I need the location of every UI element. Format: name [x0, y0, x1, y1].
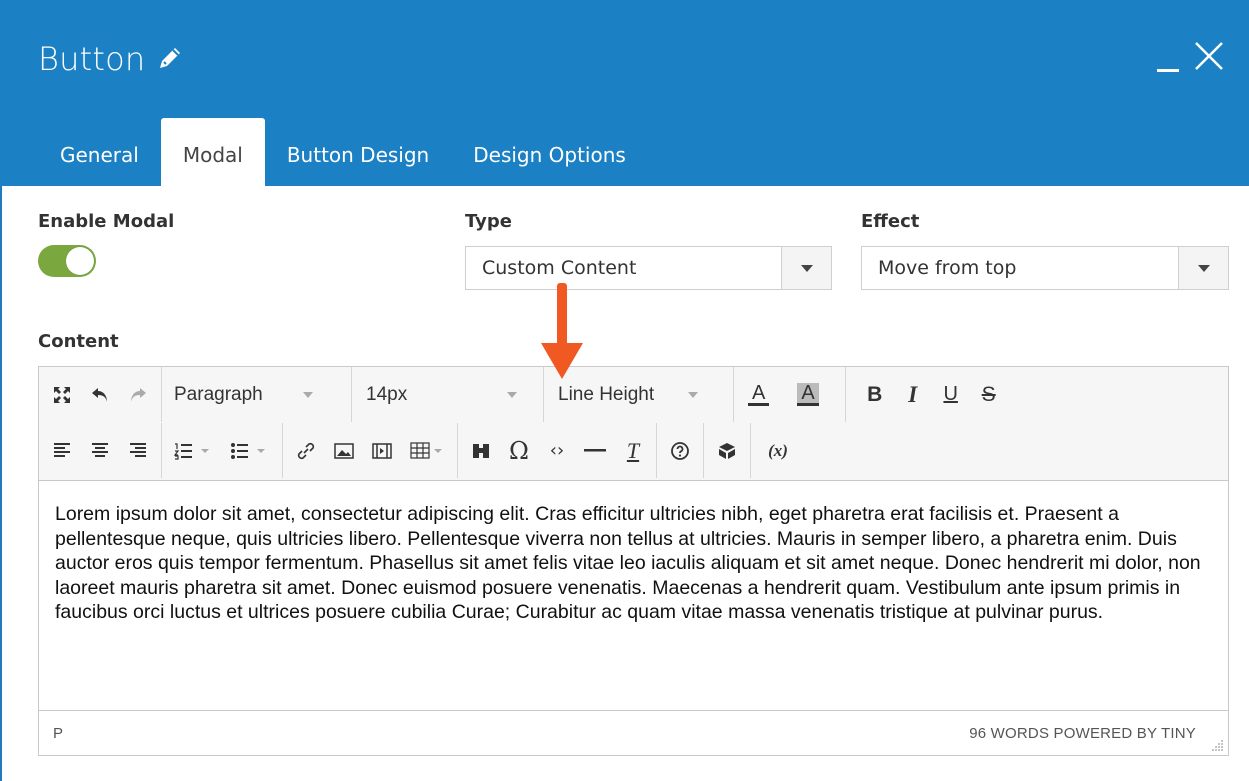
toolbar-group-variables: (x) [751, 423, 805, 478]
chevron-down-icon [1197, 264, 1210, 272]
format-dropdown-value: Paragraph [174, 383, 263, 405]
type-select-value: Custom Content [482, 257, 637, 279]
font-size-dropdown[interactable]: 14px [352, 367, 544, 422]
background-color-icon: A [797, 383, 819, 406]
toolbar-group-insert [283, 423, 458, 478]
text-color-button[interactable]: A [740, 367, 789, 422]
effect-label: Effect [861, 211, 920, 232]
rich-text-editor: Paragraph 14px Line Height A A B I U S Ω… [38, 366, 1229, 756]
toolbar-row-1: Paragraph 14px Line Height A A B I U S [39, 367, 1228, 422]
bullet-list-icon[interactable] [222, 433, 278, 469]
dialog-header: Button General Modal Button Design Desig… [0, 0, 1249, 186]
line-height-dropdown-value: Line Height [558, 383, 655, 405]
background-color-button[interactable]: A [789, 367, 838, 422]
table-icon[interactable] [401, 433, 453, 469]
toolbar-group-align [39, 423, 162, 478]
plugin-box-icon[interactable] [708, 433, 746, 469]
redo-icon[interactable] [119, 377, 157, 413]
numbered-list-icon[interactable] [166, 433, 222, 469]
tab-modal[interactable]: Modal [160, 118, 265, 186]
type-select-toggle[interactable] [781, 247, 831, 289]
horizontal-rule-icon[interactable] [576, 433, 614, 469]
minimize-icon[interactable] [1157, 42, 1179, 72]
underline-button[interactable]: U [932, 377, 970, 413]
resize-handle-icon[interactable] [1212, 739, 1224, 751]
line-height-dropdown[interactable]: Line Height [544, 367, 734, 422]
format-dropdown[interactable]: Paragraph [162, 367, 352, 422]
toolbar-row-2: Ω ‹› T (x) [39, 423, 1228, 478]
element-path[interactable]: P [53, 725, 63, 742]
effect-select[interactable]: Move from top [861, 246, 1229, 290]
close-icon[interactable] [1193, 40, 1225, 72]
toolbar-group-color: A A [734, 367, 846, 422]
window-controls [1157, 40, 1225, 72]
tab-design-options[interactable]: Design Options [451, 118, 648, 186]
tab-bar: General Modal Button Design Design Optio… [38, 118, 648, 186]
toolbar-group-style: B I U S [846, 367, 1012, 422]
toolbar-group-lists [162, 423, 283, 478]
italic-button[interactable]: I [894, 377, 932, 413]
link-icon[interactable] [287, 433, 325, 469]
image-icon[interactable] [325, 433, 363, 469]
binoculars-icon[interactable] [462, 433, 500, 469]
strikethrough-button[interactable]: S [970, 377, 1008, 413]
editor-statusbar: P 96 WORDS POWERED BY TINY [39, 710, 1228, 755]
undo-icon[interactable] [81, 377, 119, 413]
fullscreen-icon[interactable] [43, 377, 81, 413]
pencil-icon[interactable] [155, 43, 187, 75]
tab-general[interactable]: General [38, 118, 161, 186]
word-count-branding: 96 WORDS POWERED BY TINY [969, 724, 1196, 742]
toolbar-group-plugin [704, 423, 751, 478]
text-color-icon: A [748, 383, 770, 406]
editor-toolbar: Paragraph 14px Line Height A A B I U S Ω… [39, 367, 1228, 481]
toolbar-group-extras: Ω ‹› T [458, 423, 657, 478]
chevron-down-icon [688, 391, 699, 398]
bold-button[interactable]: B [856, 377, 894, 413]
chevron-down-icon [507, 391, 518, 398]
insert-variable-button[interactable]: (x) [755, 433, 801, 469]
enable-modal-label: Enable Modal [38, 211, 175, 232]
type-label: Type [465, 211, 512, 232]
special-character-icon[interactable]: Ω [500, 433, 538, 469]
tab-button-design[interactable]: Button Design [265, 118, 451, 186]
chevron-down-icon [800, 264, 813, 272]
title-area: Button [38, 40, 187, 78]
enable-modal-toggle[interactable] [38, 245, 96, 277]
clear-formatting-icon[interactable]: T [614, 433, 652, 469]
align-center-icon[interactable] [81, 433, 119, 469]
effect-select-toggle[interactable] [1178, 247, 1228, 289]
content-label: Content [38, 331, 119, 352]
editor-content-area[interactable]: Lorem ipsum dolor sit amet, consectetur … [39, 482, 1228, 711]
type-select[interactable]: Custom Content [465, 246, 832, 290]
effect-select-value: Move from top [878, 257, 1017, 279]
toggle-knob [66, 247, 94, 275]
chevron-down-icon [302, 391, 313, 398]
media-icon[interactable] [363, 433, 401, 469]
help-icon[interactable] [661, 433, 699, 469]
toolbar-group-help [657, 423, 704, 478]
font-size-dropdown-value: 14px [366, 383, 408, 405]
dialog-title: Button [38, 40, 146, 78]
align-right-icon[interactable] [119, 433, 157, 469]
toolbar-group-view [39, 367, 162, 422]
align-left-icon[interactable] [43, 433, 81, 469]
code-icon[interactable]: ‹› [538, 433, 576, 469]
